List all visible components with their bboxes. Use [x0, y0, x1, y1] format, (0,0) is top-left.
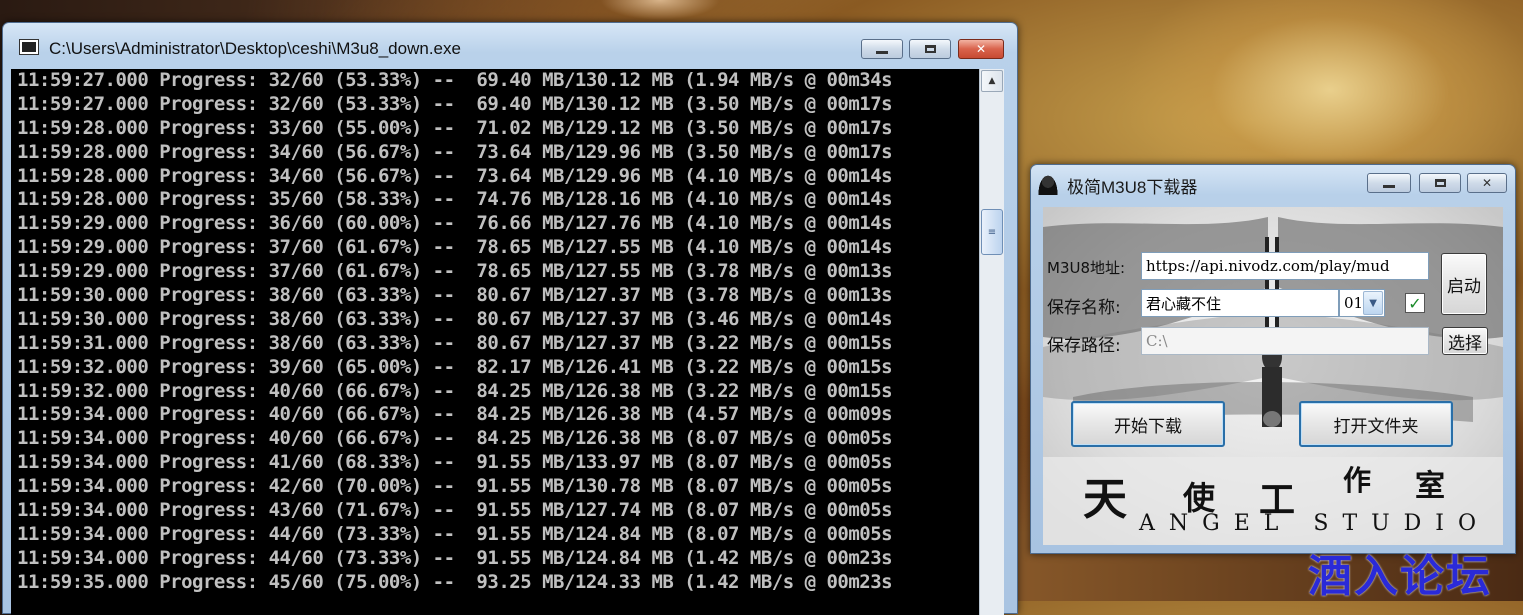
- console-line: 11:59:29.000 Progress: 37/60 (61.67%) --…: [17, 236, 893, 259]
- wallpaper-glow-2: [600, 0, 720, 20]
- console-line: 11:59:34.000 Progress: 41/60 (68.33%) --…: [17, 451, 893, 474]
- studio-char-4: 作: [1343, 464, 1372, 497]
- downloader-window[interactable]: 极简M3U8下载器 ✕ M3U8地址: https://api.nivodz.c…: [1030, 164, 1516, 554]
- close-icon: ✕: [1481, 176, 1493, 190]
- console-line: 11:59:34.000 Progress: 42/60 (70.00%) --…: [17, 475, 893, 498]
- m3u8-label: M3U8地址:: [1047, 259, 1126, 277]
- checkmark-icon: ✓: [1408, 293, 1422, 313]
- start-download-button[interactable]: 开始下载: [1071, 401, 1225, 447]
- console-line: 11:59:34.000 Progress: 43/60 (71.67%) --…: [17, 499, 893, 522]
- console-line: 11:59:30.000 Progress: 38/60 (63.33%) --…: [17, 307, 893, 330]
- console-line: 11:59:27.000 Progress: 32/60 (53.33%) --…: [17, 92, 893, 115]
- downloader-maximize-button[interactable]: [1419, 173, 1461, 193]
- console-scrollbar[interactable]: ▲ ≡: [979, 69, 1004, 615]
- console-title: C:\Users\Administrator\Desktop\ceshi\M3u…: [49, 39, 461, 58]
- start-download-label: 开始下载: [1114, 416, 1182, 437]
- console-line: 11:59:29.000 Progress: 36/60 (60.00%) --…: [17, 212, 893, 235]
- console-line: 11:59:34.000 Progress: 40/60 (66.67%) --…: [17, 427, 893, 450]
- save-name-label: 保存名称:: [1047, 298, 1121, 318]
- downloader-client-area: M3U8地址: 启动 保存名称: 01 ▼ ✓ 保存路径: 选择 开始下载 打开…: [1043, 207, 1503, 545]
- start-button[interactable]: 启动: [1441, 253, 1487, 315]
- minimize-icon: [876, 50, 888, 54]
- save-path-input[interactable]: [1141, 327, 1429, 355]
- episode-value: 01: [1344, 294, 1364, 312]
- minimize-icon: [1383, 184, 1395, 188]
- choose-path-button-label: 选择: [1448, 333, 1482, 354]
- episode-select[interactable]: 01 ▼: [1339, 289, 1385, 317]
- console-maximize-button[interactable]: [909, 39, 951, 59]
- console-line: 11:59:34.000 Progress: 44/60 (73.33%) --…: [17, 546, 893, 569]
- downloader-minimize-button[interactable]: [1367, 173, 1411, 193]
- chevron-down-icon: ▼: [1363, 291, 1383, 315]
- choose-path-button[interactable]: 选择: [1442, 327, 1488, 355]
- save-name-input[interactable]: [1141, 289, 1339, 317]
- console-line: 11:59:27.000 Progress: 32/60 (53.33%) --…: [17, 69, 893, 91]
- downloader-title: 极简M3U8下载器: [1067, 178, 1198, 197]
- episode-checkbox[interactable]: ✓: [1405, 293, 1425, 313]
- downloader-close-button[interactable]: ✕: [1467, 173, 1507, 193]
- m3u8-url-input[interactable]: [1141, 252, 1429, 280]
- console-close-button[interactable]: ✕: [958, 39, 1004, 59]
- console-line: 11:59:35.000 Progress: 45/60 (75.00%) --…: [17, 570, 893, 593]
- console-window[interactable]: C:\Users\Administrator\Desktop\ceshi\M3u…: [2, 22, 1018, 615]
- open-folder-button[interactable]: 打开文件夹: [1299, 401, 1453, 447]
- open-folder-label: 打开文件夹: [1333, 416, 1419, 437]
- scroll-thumb[interactable]: ≡: [981, 209, 1003, 255]
- console-line: 11:59:34.000 Progress: 44/60 (73.33%) --…: [17, 522, 893, 545]
- studio-char-5: 室: [1415, 469, 1445, 504]
- angel-silhouette-icon: [1037, 173, 1059, 195]
- console-line: 11:59:28.000 Progress: 34/60 (56.67%) --…: [17, 164, 893, 187]
- console-line: 11:59:30.000 Progress: 38/60 (63.33%) --…: [17, 284, 893, 307]
- console-line: 11:59:32.000 Progress: 39/60 (65.00%) --…: [17, 355, 893, 378]
- maximize-icon: [1434, 179, 1446, 187]
- scroll-up-button[interactable]: ▲: [981, 70, 1003, 92]
- console-line: 11:59:28.000 Progress: 33/60 (55.00%) --…: [17, 116, 893, 139]
- chevron-up-icon: ▲: [988, 76, 996, 86]
- console-line: 11:59:28.000 Progress: 34/60 (56.67%) --…: [17, 140, 893, 163]
- console-output[interactable]: 11:59:27.000 Progress: 32/60 (53.33%) --…: [11, 69, 979, 615]
- forum-watermark: 酒入论坛: [1308, 551, 1492, 602]
- console-titlebar[interactable]: C:\Users\Administrator\Desktop\ceshi\M3u…: [3, 23, 1017, 69]
- grip-icon: ≡: [987, 226, 997, 238]
- console-line: 11:59:34.000 Progress: 40/60 (66.67%) --…: [17, 403, 893, 426]
- start-button-label: 启动: [1447, 276, 1481, 297]
- save-path-label: 保存路径:: [1047, 336, 1121, 356]
- console-line: 11:59:28.000 Progress: 35/60 (58.33%) --…: [17, 188, 893, 211]
- console-line: 11:59:31.000 Progress: 38/60 (63.33%) --…: [17, 331, 893, 354]
- studio-english-name: ANGEL STUDIO: [1139, 511, 1491, 536]
- studio-char-1: 天: [1083, 474, 1127, 525]
- console-line: 11:59:29.000 Progress: 37/60 (61.67%) --…: [17, 260, 893, 283]
- console-line: 11:59:32.000 Progress: 40/60 (66.67%) --…: [17, 379, 893, 402]
- close-icon: ✕: [975, 42, 987, 56]
- maximize-icon: [924, 45, 936, 53]
- console-window-icon: [19, 39, 39, 55]
- console-minimize-button[interactable]: [861, 39, 903, 59]
